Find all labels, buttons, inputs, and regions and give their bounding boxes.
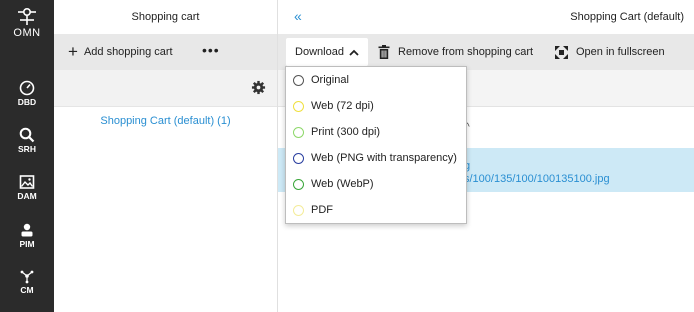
menu-item-label: PDF [311,204,333,216]
nav-rail: OMN DBD SRH DAM PIM CM [0,0,54,312]
network-icon [20,270,34,284]
radio-circle-icon [293,100,304,112]
menu-item-original[interactable]: Original [286,68,466,92]
radio-circle-icon [293,152,304,164]
panel-title: Shopping cart [131,11,200,23]
open-fullscreen-button[interactable]: Open in fullscreen [555,34,665,70]
menu-item-web-72dpi[interactable]: Web (72 dpi) [286,94,466,118]
rail-item-dbd[interactable]: DBD [0,80,54,107]
menu-item-web-webp[interactable]: Web (WebP) [286,172,466,196]
fullscreen-icon [555,45,568,59]
omn-logo-icon [18,7,36,25]
rail-item-dam[interactable]: DAM [0,174,54,201]
trash-icon [378,45,390,59]
menu-item-label: Web (WebP) [311,178,374,190]
remove-label: Remove from shopping cart [398,46,534,58]
chevron-up-icon [349,49,359,56]
detail-header: « Shopping Cart (default) [278,0,694,34]
menu-item-label: Original [311,74,349,86]
collapse-button[interactable]: « [294,8,302,24]
logo-text: OMN [13,27,41,39]
fullscreen-label: Open in fullscreen [576,46,665,58]
rail-item-label: DBD [17,97,37,107]
rail-item-srh[interactable]: SRH [0,127,54,154]
detail-toolbar: Download Remove from shopping cart Open … [278,34,694,70]
plus-icon: + [68,42,78,61]
menu-item-label: Web (PNG with transparency) [311,152,457,164]
detail-title: Shopping Cart (default) [570,11,684,23]
shopping-cart-list-item[interactable]: Shopping Cart (default) (1) [54,115,277,127]
menu-item-print-300dpi[interactable]: Print (300 dpi) [286,120,466,144]
menu-item-web-png[interactable]: Web (PNG with transparency) [286,146,466,170]
radio-circle-icon [293,74,304,86]
radio-circle-icon [293,178,304,190]
rail-item-cm[interactable]: CM [0,268,54,295]
omn-logo[interactable]: OMN [0,6,54,39]
radio-circle-icon [293,204,304,216]
more-options-button[interactable]: ••• [202,34,220,70]
rail-item-label: PIM [19,239,35,249]
download-label: Download [295,46,344,58]
product-icon [21,223,33,237]
search-icon [19,127,35,143]
add-shopping-cart-button[interactable]: + Add shopping cart [68,34,173,70]
download-button[interactable]: Download [286,38,368,66]
menu-item-label: Web (72 dpi) [311,100,374,112]
menu-item-label: Print (300 dpi) [311,126,381,138]
add-shopping-cart-label: Add shopping cart [83,46,173,58]
rail-item-label: CM [20,285,34,295]
download-menu: Original Web (72 dpi) Print (300 dpi) We… [285,66,467,224]
image-icon [19,175,35,189]
rail-item-label: DAM [17,191,37,201]
dashboard-icon [19,80,35,96]
rail-item-pim[interactable]: PIM [0,222,54,249]
radio-circle-icon [293,126,304,138]
menu-item-pdf[interactable]: PDF [286,198,466,222]
gear-icon[interactable] [251,80,266,95]
rail-item-label: SRH [18,144,36,154]
cart-list-panel: Shopping cart + Add shopping cart ••• Sh… [54,0,278,312]
remove-from-cart-button[interactable]: Remove from shopping cart [378,34,533,70]
cart-list-subbar [54,70,277,107]
row-path-link[interactable]: s/100/135/100/100135100.jpg [464,173,610,185]
cart-list-toolbar: + Add shopping cart ••• [54,34,277,70]
